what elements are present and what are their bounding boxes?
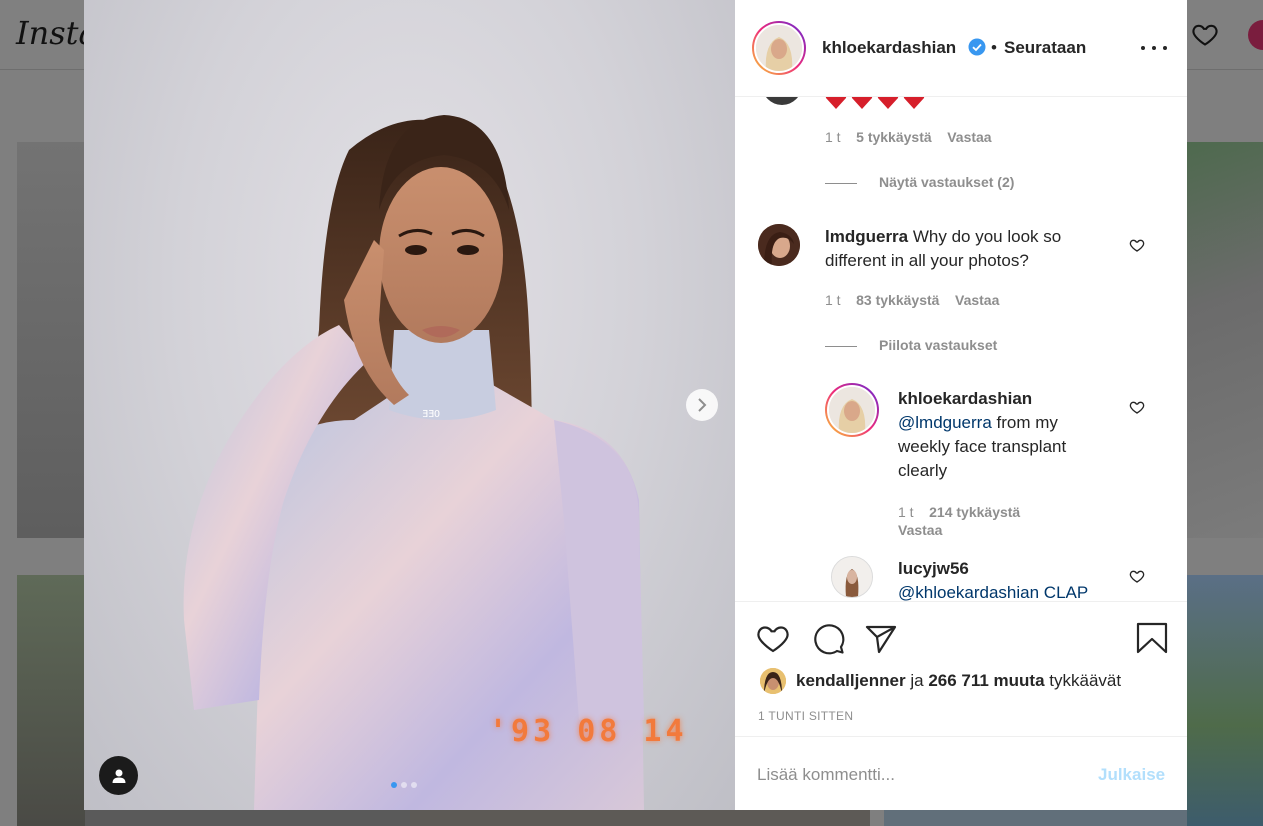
comment-body: lmdguerra Why do you look so different i… [825, 225, 1125, 273]
next-slide-button[interactable] [686, 389, 718, 421]
header-separator: • [991, 38, 997, 57]
post-image: ƎƎO '93 08 14 [84, 0, 735, 810]
red-heart-emoji-icon [851, 97, 873, 109]
feed-tile [17, 575, 85, 826]
comment-likes[interactable]: 5 tykkäystä [856, 129, 932, 145]
reply-reply-button[interactable]: Vastaa [898, 522, 942, 538]
likes-suffix: tykkäävät [1049, 671, 1122, 690]
comment-like-heart-icon[interactable] [1129, 237, 1145, 253]
more-dot-icon [1163, 46, 1167, 50]
post-timestamp[interactable]: 1 TUNTI SITTEN [758, 709, 853, 723]
avatar-photo [829, 387, 875, 433]
comment-meta: 1 t 83 tykkäystä Vastaa [825, 292, 999, 308]
replies-divider [825, 183, 857, 184]
replies-divider [825, 346, 857, 347]
post-actions: kendalljenner ja 266 711 muuta tykkäävät… [735, 601, 1187, 736]
red-heart-emoji-icon [877, 97, 899, 109]
author-username[interactable]: khloekardashian [822, 38, 956, 58]
reply-author-avatar[interactable] [825, 383, 879, 437]
post-header: khloekardashian • Seurataan [735, 0, 1187, 97]
comment-likes[interactable]: 83 tykkäystä [856, 292, 939, 308]
reply-body: lucyjw56 @khloekardashian CLAP [898, 557, 1113, 601]
following-button[interactable]: Seurataan [1004, 38, 1086, 58]
save-bookmark-icon[interactable] [1134, 620, 1170, 656]
reply-text: @khloekardashian CLAP [898, 583, 1089, 601]
red-heart-emoji-icon [903, 97, 925, 109]
svg-text:ƎƎO: ƎƎO [422, 409, 440, 420]
comment-reply-button[interactable]: Vastaa [955, 292, 999, 308]
comment-time: 1 t [825, 292, 841, 308]
carousel-indicator [391, 782, 417, 788]
liker-avatar[interactable] [760, 668, 786, 694]
comment-bubble-icon[interactable] [810, 620, 846, 656]
post-details-panel: khloekardashian • Seurataan 1 t 5 tykkäy… [735, 0, 1187, 810]
post-comment-button[interactable]: Julkaise [1098, 765, 1165, 785]
reply-time: 1 t [898, 504, 914, 520]
more-dot-icon [1152, 46, 1156, 50]
likes-count-link[interactable]: 266 711 muuta [928, 671, 1044, 691]
likes-conjunction: ja [910, 671, 924, 690]
feed-tile [410, 810, 870, 826]
liker-username[interactable]: kendalljenner [796, 671, 906, 691]
more-options-button[interactable] [1141, 37, 1167, 59]
carousel-dot [401, 782, 407, 788]
verified-badge-icon [968, 38, 986, 56]
reply-mention[interactable]: @lmdguerra [898, 413, 992, 432]
add-comment-section: Julkaise [735, 736, 1187, 810]
avatar-photo [760, 668, 786, 694]
reply-username[interactable]: lucyjw56 [898, 559, 969, 578]
activity-heart-icon [1192, 24, 1218, 46]
comment-meta: 1 t 5 tykkäystä Vastaa [825, 129, 992, 145]
comment-username[interactable]: lmdguerra [825, 227, 908, 246]
carousel-dot [411, 782, 417, 788]
comment-input[interactable] [757, 761, 1087, 789]
reply-body: khloekardashian @lmdguerra from my weekl… [898, 387, 1113, 483]
hide-replies-button[interactable]: Piilota vastaukset [879, 337, 997, 353]
share-send-icon[interactable] [863, 620, 899, 656]
comment-like-heart-icon[interactable] [1129, 399, 1145, 415]
carousel-dot-active [391, 782, 397, 788]
view-replies-button[interactable]: Näytä vastaukset (2) [879, 174, 1014, 190]
tagged-users-button[interactable] [99, 756, 138, 795]
comment-emoji-hearts [825, 97, 925, 109]
user-icon [112, 769, 125, 783]
comment-like-heart-icon[interactable] [1129, 568, 1145, 584]
reply-username[interactable]: khloekardashian [898, 389, 1032, 408]
avatar-photo [758, 224, 800, 266]
feed-tile [17, 142, 85, 538]
feed-tile [1187, 575, 1263, 826]
avatar-photo [756, 25, 802, 71]
feed-tile [884, 810, 1187, 826]
post-photo: ƎƎO [183, 115, 644, 810]
like-heart-icon[interactable] [755, 620, 791, 656]
comments-list[interactable]: 1 t 5 tykkäystä Vastaa Näytä vastaukset … [735, 97, 1187, 601]
comment-reply-button[interactable]: Vastaa [947, 129, 991, 145]
chevron-right-icon [698, 398, 707, 412]
likes-summary: kendalljenner ja 266 711 muuta tykkäävät [760, 668, 1121, 694]
commenter-avatar[interactable] [762, 97, 802, 105]
comment-time: 1 t [825, 129, 841, 145]
author-avatar[interactable] [752, 21, 806, 75]
feed-tile [1187, 142, 1263, 538]
commenter-avatar[interactable] [758, 224, 800, 266]
profile-avatar [1248, 20, 1263, 50]
reply-likes[interactable]: 214 tykkäystä [929, 504, 1020, 520]
photo-datestamp: '93 08 14 [489, 714, 688, 749]
reply-author-avatar[interactable] [831, 556, 873, 598]
red-heart-emoji-icon [825, 97, 847, 109]
more-dot-icon [1141, 46, 1145, 50]
feed-tile [85, 810, 410, 826]
reply-meta: 1 t 214 tykkäystä Vastaa [898, 503, 1098, 539]
avatar-photo [832, 557, 872, 597]
